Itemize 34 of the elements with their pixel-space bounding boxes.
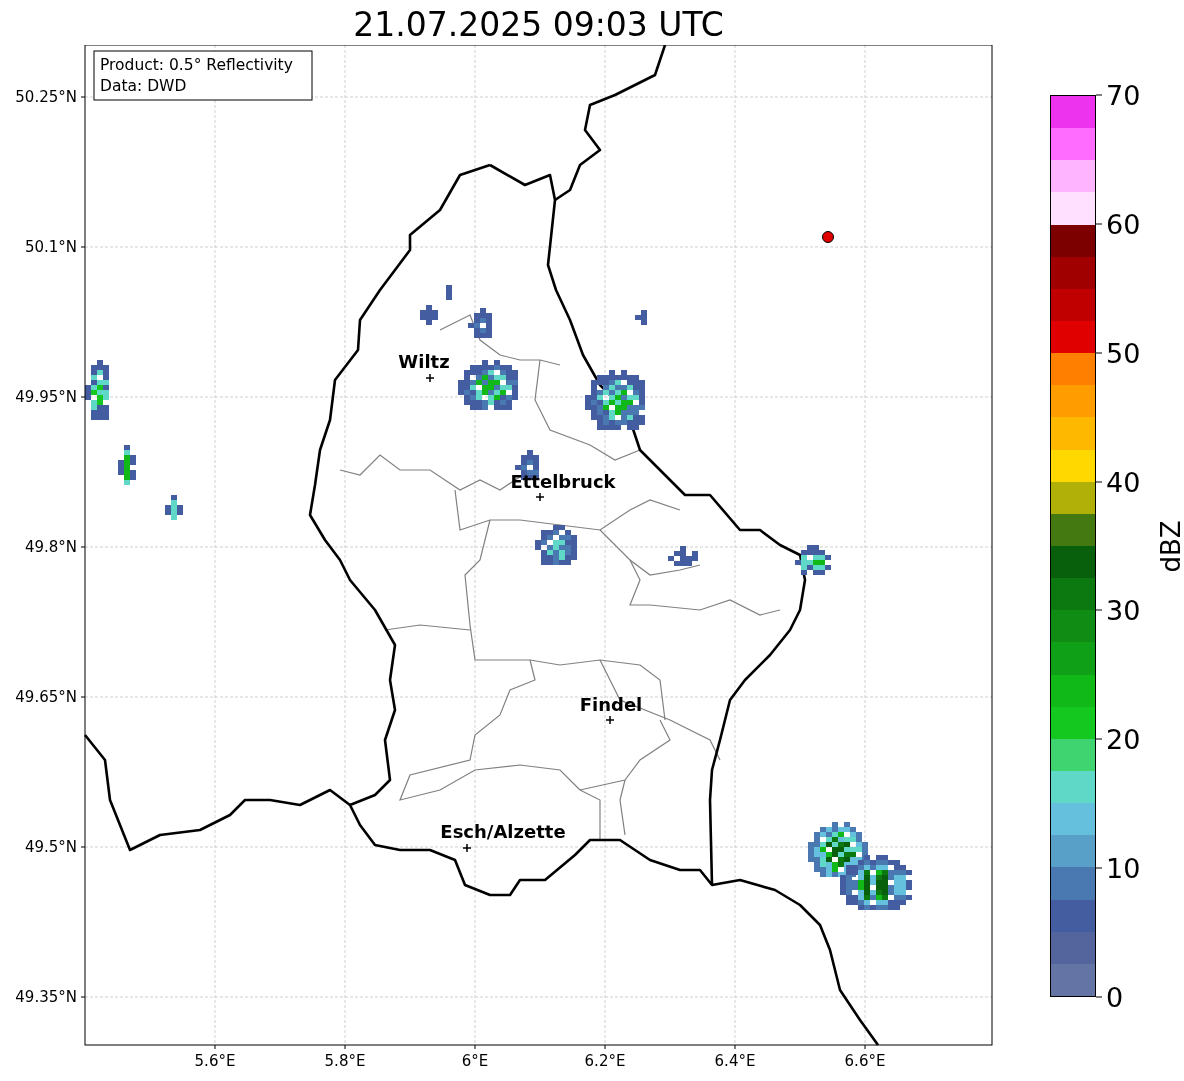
colorbar-tick-label: 10 [1106,854,1141,882]
longitude-label: 6.4°E [714,1052,756,1070]
city-label: Wiltz [398,351,450,372]
latitude-label: 49.5°N [24,838,77,856]
latitude-label: 49.65°N [15,688,77,706]
latitude-label: 50.1°N [24,238,77,256]
colorbar-tick-label: 50 [1106,339,1141,367]
longitude-label: 5.6°E [194,1052,236,1070]
latitude-label: 49.95°N [15,388,77,406]
city-label: Findel [579,694,643,715]
radar-station-marker [822,231,834,243]
longitude-label: 6°E [461,1052,489,1070]
longitude-label: 6.2°E [584,1052,626,1070]
city-label: Esch/Alzette [440,821,566,842]
colorbar-tick-label: 70 [1106,81,1141,109]
legend-text: Data: DWD [100,77,187,95]
colorbar-tick-label: 20 [1106,725,1141,753]
colorbar-tick-label: 0 [1106,983,1124,1011]
latitude-label: 49.35°N [15,988,77,1006]
city-marker-icon [605,715,615,725]
city-marker-icon [462,843,472,853]
legend-text: Product: 0.5° Reflectivity [100,56,293,74]
city-marker-icon [425,373,435,383]
city-label: Ettelbruck [510,471,616,492]
colorbar-label: dBZ [1154,519,1184,573]
city-marker-icon [535,492,545,502]
colorbar-tick-label: 40 [1106,468,1141,496]
longitude-label: 5.8°E [324,1052,366,1070]
colorbar-tick-label: 30 [1106,596,1141,624]
latitude-label: 50.25°N [15,88,77,106]
longitude-label: 6.6°E [844,1052,886,1070]
colorbar-tick-label: 60 [1106,210,1141,238]
chart-title: 21.07.2025 09:03 UTC [352,4,725,45]
latitude-label: 49.8°N [24,538,77,556]
